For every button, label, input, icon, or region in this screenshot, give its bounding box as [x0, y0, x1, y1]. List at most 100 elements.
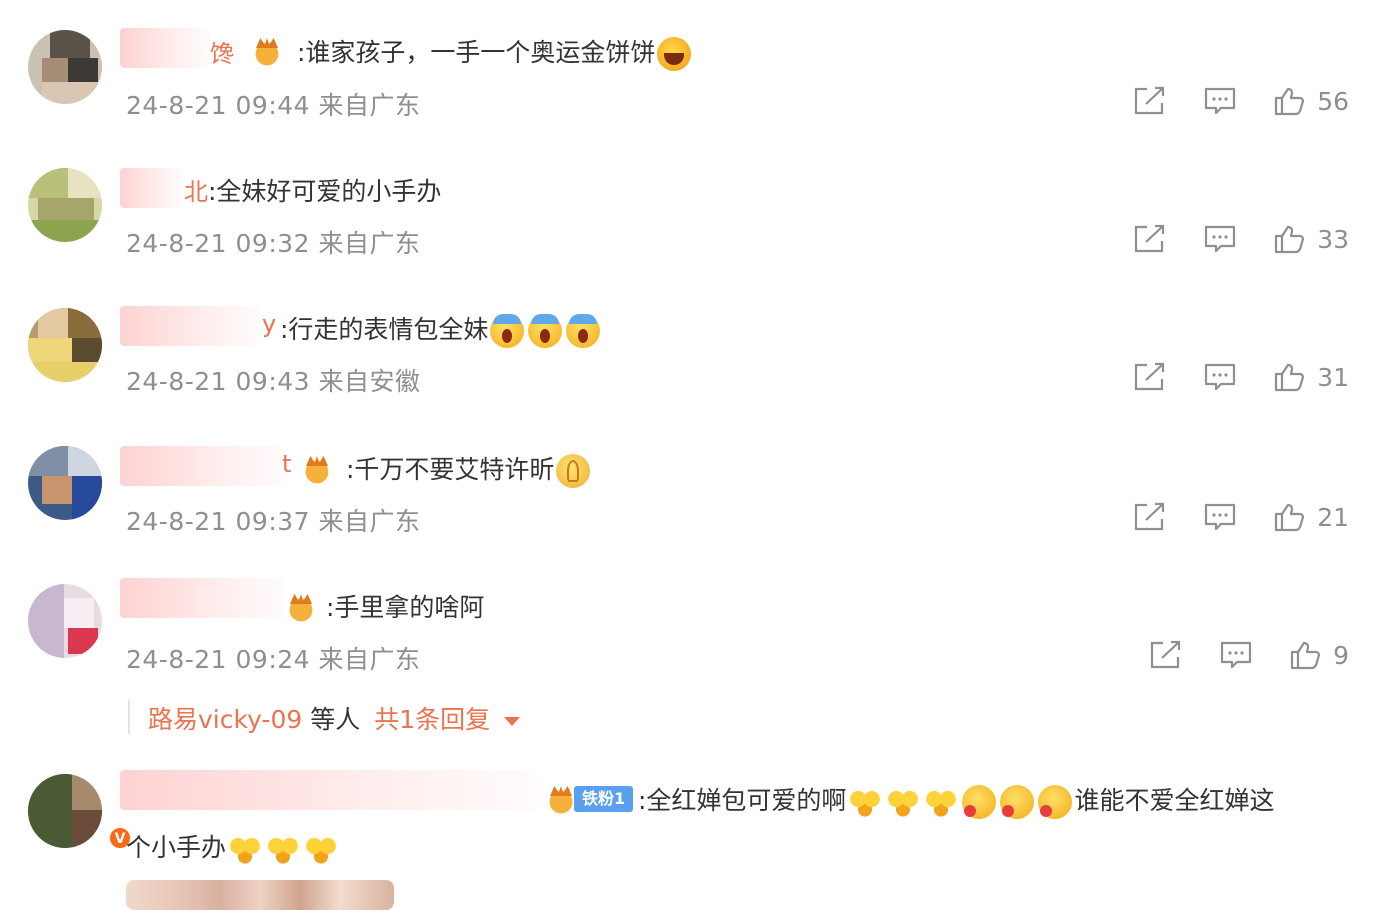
caret-down-icon[interactable]	[504, 716, 521, 726]
crown-badge-icon	[284, 592, 318, 622]
comment-text-content: :行走的表情包全妹	[280, 315, 489, 344]
like-button[interactable]: 56	[1273, 86, 1349, 116]
thumbs-up-icon	[1275, 503, 1305, 532]
avatar[interactable]	[28, 168, 102, 242]
share-icon	[1150, 640, 1181, 669]
crown-badge-icon	[544, 784, 578, 814]
location: 来自广东	[318, 91, 421, 120]
reply-button[interactable]	[1203, 224, 1237, 254]
comment-image-thumbnail[interactable]	[126, 880, 394, 910]
comment-meta: 24-8-21 09:37 来自广东	[126, 502, 421, 538]
fan-level-badge: 铁粉1	[574, 786, 634, 812]
expand-replies-link[interactable]: 共1条回复	[374, 705, 490, 734]
avatar[interactable]	[28, 584, 102, 658]
comment-meta: 24-8-21 09:32 来自广东	[126, 224, 421, 260]
comment-actions: 9	[1113, 638, 1349, 672]
clap-emoji-icon	[886, 787, 921, 817]
comment-meta: 24-8-21 09:24 来自广东	[126, 640, 421, 676]
avatar[interactable]	[28, 30, 102, 104]
comment-icon	[1220, 641, 1252, 669]
share-button[interactable]	[1133, 502, 1167, 532]
comment-icon	[1205, 87, 1236, 115]
like-count: 21	[1317, 502, 1349, 532]
reply-button[interactable]	[1203, 502, 1237, 532]
share-button[interactable]	[1133, 224, 1167, 254]
location: 来自安徽	[318, 367, 421, 396]
clap-emoji-icon	[266, 834, 301, 864]
share-icon	[1135, 502, 1165, 531]
pray-emoji-icon	[556, 454, 591, 488]
clap-emoji-icon	[848, 787, 883, 817]
comment-actions: 56	[1097, 84, 1349, 118]
clap-emoji-icon	[304, 834, 339, 864]
like-count: 56	[1317, 86, 1349, 116]
share-button[interactable]	[1149, 640, 1183, 670]
username-blurred[interactable]	[120, 770, 540, 810]
laugh-emoji-icon	[657, 37, 692, 71]
username-blurred[interactable]	[120, 28, 210, 68]
reply-button[interactable]	[1203, 86, 1237, 116]
share-icon	[1135, 86, 1165, 115]
clap-emoji-icon	[228, 834, 263, 864]
comment-meta: 24-8-21 09:44 来自广东	[126, 86, 421, 122]
think-emoji-icon	[962, 785, 997, 819]
scream-emoji-icon	[490, 314, 525, 348]
comment-text-content: :全红婵包可爱的啊	[638, 786, 847, 815]
username-blurred[interactable]	[120, 306, 260, 346]
thumbs-up-icon	[1290, 641, 1321, 670]
comment-actions: 21	[1097, 500, 1349, 534]
clap-emoji-icon	[924, 787, 959, 817]
like-button[interactable]: 33	[1273, 224, 1349, 254]
comment-text: :谁家孩子，一手一个奥运金饼饼	[297, 33, 693, 71]
share-icon	[1135, 362, 1165, 391]
scream-emoji-icon	[528, 314, 563, 348]
username-blurred[interactable]	[120, 168, 182, 208]
comment-actions: 33	[1097, 222, 1349, 256]
timestamp: 24-8-21 09:44	[126, 91, 311, 120]
crown-badge-icon	[300, 454, 334, 484]
share-icon	[1135, 224, 1165, 253]
think-emoji-icon	[1000, 785, 1035, 819]
comment-text-content-2: 谁能不爱全红婵这	[1074, 786, 1275, 815]
scream-emoji-icon	[566, 314, 601, 348]
comment-meta: 24-8-21 09:43 来自安徽	[126, 362, 421, 398]
comment-text-line2: 个小手办	[126, 828, 340, 864]
thumbs-up-icon	[1275, 225, 1305, 254]
thumbs-up-icon	[1275, 363, 1305, 392]
think-emoji-icon	[1038, 785, 1073, 819]
reply-others-label: 等人	[310, 705, 361, 734]
avatar[interactable]	[28, 308, 102, 382]
share-button[interactable]	[1133, 86, 1167, 116]
comment-text: :千万不要艾特许昕	[346, 450, 592, 488]
like-count: 31	[1317, 362, 1349, 392]
share-button[interactable]	[1133, 362, 1167, 392]
thumbs-up-icon	[1275, 87, 1305, 116]
username-blurred[interactable]	[120, 578, 285, 618]
reply-username[interactable]: 路易vicky-09	[148, 705, 302, 734]
username[interactable]: y	[262, 310, 276, 338]
avatar[interactable]	[28, 446, 102, 520]
comment-icon	[1205, 503, 1236, 531]
username[interactable]: 馋	[210, 34, 234, 69]
like-button[interactable]: 21	[1273, 502, 1349, 532]
comment-text-content: :千万不要艾特许昕	[346, 455, 555, 484]
location: 来自广东	[318, 645, 421, 674]
like-button[interactable]: 31	[1273, 362, 1349, 392]
like-button[interactable]: 9	[1289, 640, 1349, 670]
comment-icon	[1205, 363, 1236, 391]
username[interactable]: 北	[184, 172, 208, 207]
username-blurred[interactable]	[120, 446, 282, 486]
timestamp: 24-8-21 09:24	[126, 645, 311, 674]
like-count: 33	[1317, 224, 1349, 254]
comment-actions: 31	[1097, 360, 1349, 394]
comment-text-content: :谁家孩子，一手一个奥运金饼饼	[297, 38, 656, 67]
comment-text-content-3: 个小手办	[126, 833, 227, 862]
avatar[interactable]: V	[28, 774, 132, 850]
reply-button[interactable]	[1219, 640, 1253, 670]
location: 来自广东	[318, 507, 421, 536]
timestamp: 24-8-21 09:32	[126, 229, 311, 258]
comment-text: :行走的表情包全妹	[280, 310, 602, 348]
reply-button[interactable]	[1203, 362, 1237, 392]
comment-icon	[1205, 225, 1236, 253]
username[interactable]: t	[282, 450, 291, 478]
